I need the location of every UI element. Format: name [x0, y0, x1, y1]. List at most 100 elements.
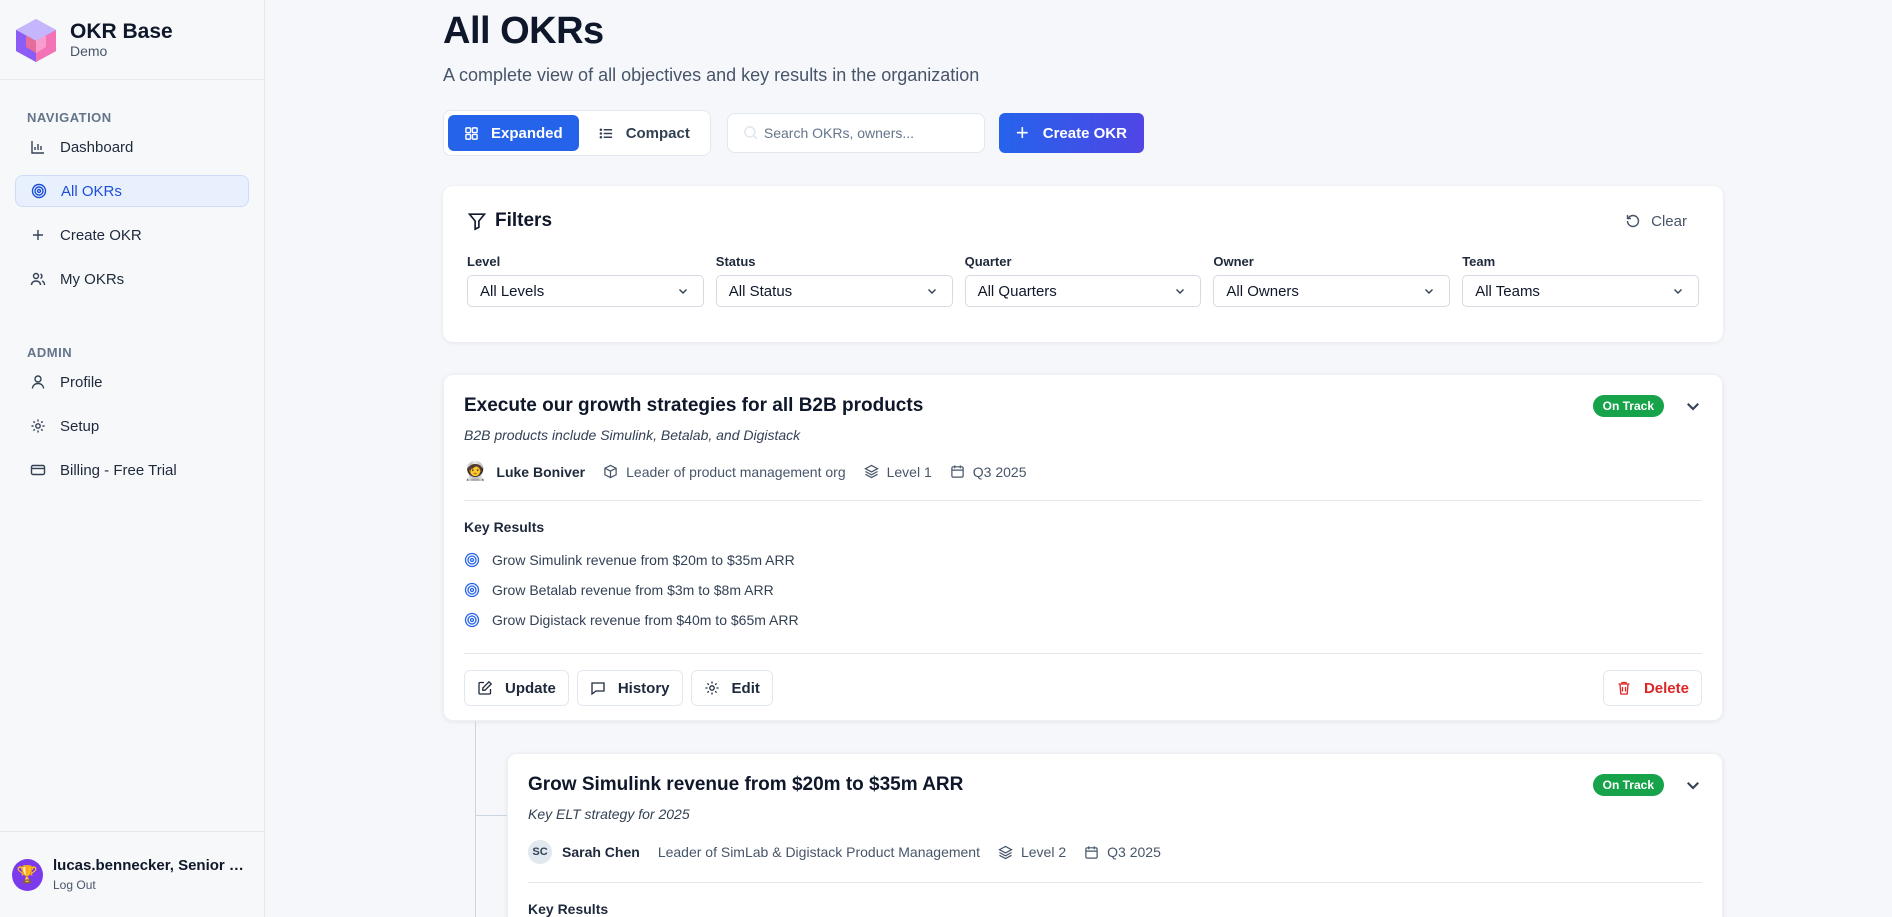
user-panel[interactable]: 🏆 lucas.bennecker, Senior Prod... Log Ou…: [0, 831, 265, 917]
create-okr-label: Create OKR: [1042, 124, 1127, 142]
logout-link[interactable]: Log Out: [53, 878, 253, 892]
divider: [528, 882, 1702, 883]
target-icon: [464, 552, 480, 568]
reset-icon: [1626, 214, 1640, 228]
user-name: lucas.bennecker, Senior Prod...: [53, 857, 253, 874]
cube-logo-icon: [16, 18, 56, 62]
filter-row: Level All Levels Status All Status Quart…: [467, 254, 1699, 307]
filters-panel: Filters Clear Level All Levels Status Al…: [443, 186, 1723, 342]
search-box[interactable]: [726, 113, 985, 153]
level-label: Level 2: [1020, 844, 1067, 860]
owner-avatar: SC: [528, 840, 552, 864]
sidebar-item-create-okr[interactable]: Create OKR: [15, 219, 249, 251]
calendar-icon: [1085, 845, 1098, 859]
owner-avatar-icon: 🧑‍🚀: [464, 461, 487, 481]
quarter-label: Q3 2025: [1107, 844, 1161, 860]
sidebar-item-profile[interactable]: Profile: [15, 366, 249, 398]
edit-label: Edit: [731, 679, 760, 697]
tree-connector: [475, 721, 476, 917]
okr-meta: 🧑‍🚀 Luke Boniver Leader of product manag…: [464, 461, 1702, 482]
target-icon: [464, 612, 480, 628]
sidebar-item-label: Profile: [60, 373, 103, 391]
compact-view-button[interactable]: Compact: [583, 115, 706, 151]
owner-name: Sarah Chen: [562, 844, 640, 860]
sidebar-item-all-okrs[interactable]: All OKRs: [15, 175, 249, 207]
tree-connector-branch: [475, 815, 507, 816]
gear-icon: [31, 419, 45, 433]
list-icon: [599, 127, 612, 139]
create-okr-button[interactable]: + Create OKR: [998, 113, 1144, 153]
trophy-avatar-icon: 🏆: [12, 858, 43, 891]
select-value: All Owners: [1226, 282, 1299, 300]
owner-select[interactable]: All Owners: [1213, 275, 1451, 307]
expanded-view-button[interactable]: Expanded: [448, 115, 579, 151]
quarter-select[interactable]: All Quarters: [964, 275, 1202, 307]
team-label: Leader of SimLab & Digistack Product Man…: [657, 844, 980, 860]
package-icon: [604, 464, 617, 479]
select-value: All Teams: [1475, 282, 1540, 300]
filter-label: Quarter: [964, 254, 1012, 269]
chevron-down-icon[interactable]: [1684, 397, 1702, 415]
bar-chart-icon: [31, 141, 44, 154]
child-okr-wrapper: Grow Simulink revenue from $20m to $35m …: [443, 721, 1723, 917]
key-result-item[interactable]: Grow Digistack revenue from $40m to $65m…: [464, 605, 1702, 635]
filter-label: Status: [715, 254, 756, 269]
sidebar-item-label: Billing - Free Trial: [60, 461, 177, 479]
chevron-down-icon: [1176, 289, 1185, 294]
okr-title[interactable]: Execute our growth strategies for all B2…: [464, 395, 923, 417]
select-value: All Status: [728, 282, 793, 300]
select-value: All Quarters: [977, 282, 1057, 300]
okr-title[interactable]: Grow Simulink revenue from $20m to $35m …: [528, 774, 963, 796]
search-icon: [743, 126, 758, 140]
chevron-down-icon: [927, 289, 936, 294]
team-select[interactable]: All Teams: [1462, 275, 1699, 307]
okr-level: Level 1: [863, 464, 932, 480]
okr-owner: SC Sarah Chen: [528, 840, 640, 864]
sidebar-item-dashboard[interactable]: Dashboard: [15, 131, 249, 163]
admin-heading: ADMIN: [27, 345, 73, 360]
edit-button[interactable]: Edit: [690, 670, 773, 706]
nav-section: NAVIGATION Dashboard All OKRs Create OKR…: [0, 110, 264, 486]
delete-button[interactable]: Delete: [1602, 670, 1702, 706]
history-label: History: [617, 679, 670, 697]
clear-filters-button[interactable]: Clear: [1625, 213, 1699, 230]
okr-owner: 🧑‍🚀 Luke Boniver: [464, 461, 585, 482]
chevron-down-icon[interactable]: [1684, 776, 1702, 794]
layers-icon: [998, 845, 1013, 859]
sidebar-item-label: Dashboard: [60, 138, 134, 156]
edit-square-icon: [478, 680, 493, 695]
level-filter: Level All Levels: [467, 254, 704, 307]
brand-subtitle: Demo: [70, 42, 108, 59]
okr-team: Leader of product management org: [603, 464, 846, 480]
sidebar-item-my-okrs[interactable]: My OKRs: [15, 263, 249, 295]
main-content: All OKRs A complete view of all objectiv…: [443, 0, 1723, 917]
sidebar-item-label: Setup: [60, 417, 100, 435]
expanded-label: Expanded: [491, 124, 563, 142]
chevron-down-icon: [1673, 289, 1682, 294]
key-result-text: Grow Simulink revenue from $20m to $35m …: [492, 552, 795, 568]
brand[interactable]: OKR Base Demo: [0, 0, 264, 80]
search-input[interactable]: [763, 125, 974, 141]
calendar-icon: [951, 465, 964, 478]
okr-card: Execute our growth strategies for all B2…: [443, 374, 1723, 721]
divider: [464, 653, 1702, 654]
credit-card-icon: [30, 464, 46, 476]
target-icon: [464, 582, 480, 598]
key-results-list: Grow Simulink revenue from $20m to $35m …: [464, 545, 1702, 635]
sidebar-item-label: Create OKR: [60, 226, 142, 244]
key-result-item[interactable]: Grow Betalab revenue from $3m to $8m ARR: [464, 575, 1702, 605]
okr-level: Level 2: [998, 844, 1066, 860]
sidebar-item-label: All OKRs: [61, 182, 122, 200]
history-button[interactable]: History: [576, 670, 683, 706]
status-badge: On Track: [1592, 774, 1664, 796]
key-result-item[interactable]: Grow Simulink revenue from $20m to $35m …: [464, 545, 1702, 575]
key-results-heading: Key Results: [528, 901, 609, 917]
update-button[interactable]: Update: [464, 670, 569, 706]
okr-quarter: Q3 2025: [1084, 844, 1161, 860]
sidebar-item-billing[interactable]: Billing - Free Trial: [15, 454, 249, 486]
key-result-text: Grow Digistack revenue from $40m to $65m…: [492, 612, 799, 628]
sidebar-item-setup[interactable]: Setup: [15, 410, 249, 442]
level-select[interactable]: All Levels: [467, 275, 704, 307]
grid-icon: [465, 126, 478, 140]
status-select[interactable]: All Status: [715, 275, 953, 307]
